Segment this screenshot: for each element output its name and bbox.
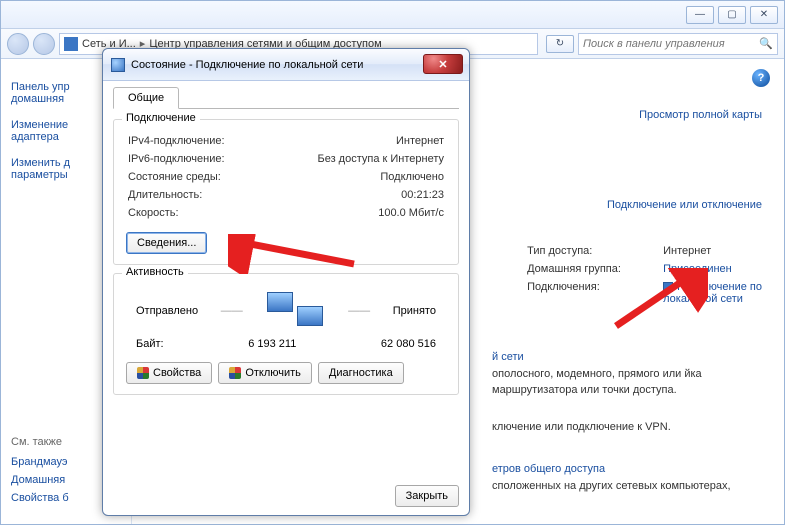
lbl-ipv4: IPv4-подключение: <box>128 135 225 147</box>
connection-details: Тип доступа: Интернет Домашняя группа: При… <box>527 245 762 311</box>
minimize-button[interactable]: — <box>686 6 714 24</box>
internet-label: Интернет <box>420 152 762 164</box>
back-button[interactable] <box>7 33 29 55</box>
forward-button[interactable] <box>33 33 55 55</box>
dialog-titlebar[interactable]: Состояние - Подключение по локальной сет… <box>103 49 469 81</box>
bytes-received: 62 080 516 <box>381 338 436 350</box>
group-connection-label: Подключение <box>122 112 200 124</box>
link-lan-connection[interactable]: Подключение полокальной сети <box>663 281 762 305</box>
see-also-header: См. также <box>11 436 69 448</box>
titlebar: — ▢ ✕ <box>1 1 784 29</box>
link-homegroup-joined[interactable]: Присоединен <box>663 263 732 275</box>
network-status-icon <box>111 58 125 72</box>
val-access-type: Интернет <box>663 245 711 257</box>
dialog-title: Состояние - Подключение по локальной сет… <box>131 59 363 71</box>
control-panel-icon <box>64 37 78 51</box>
group-activity: Активность Отправлено —— —— Принято Байт… <box>113 273 459 395</box>
val-ipv4: Интернет <box>396 135 444 147</box>
link-homegroup[interactable]: Домашняя <box>11 474 69 486</box>
diagnose-button[interactable]: Диагностика <box>318 362 404 384</box>
help-icon[interactable]: ? <box>752 69 770 87</box>
group-connection: Подключение IPv4-подключение:Интернет IP… <box>113 119 459 265</box>
val-duration: 00:21:23 <box>401 189 444 201</box>
search-input[interactable]: 🔍 <box>578 33 778 55</box>
network-icon <box>663 282 673 292</box>
val-ipv6: Без доступа к Интернету <box>317 153 444 165</box>
close-button[interactable]: Закрыть <box>395 485 459 507</box>
tab-general[interactable]: Общие <box>113 87 179 109</box>
lbl-connections: Подключения: <box>527 281 645 305</box>
activity-icon <box>265 292 325 330</box>
lbl-ipv6: IPv6-подключение: <box>128 153 225 165</box>
refresh-button[interactable]: ↻ <box>546 35 574 53</box>
lbl-homegroup: Домашняя группа: <box>527 263 645 275</box>
details-button[interactable]: Сведения... <box>126 232 207 254</box>
lbl-media-state: Состояние среды: <box>128 171 221 183</box>
shield-icon <box>137 367 149 379</box>
bytes-label: Байт: <box>136 338 164 350</box>
search-field[interactable] <box>579 38 755 50</box>
see-also: См. также Брандмауэ Домашняя Свойства б <box>11 436 69 510</box>
val-media-state: Подключено <box>380 171 444 183</box>
setup-new-connection-link[interactable]: й сети <box>492 349 752 366</box>
status-dialog: Состояние - Подключение по локальной сет… <box>102 48 470 516</box>
link-view-map[interactable]: Просмотр полной карты <box>639 109 762 121</box>
disable-button[interactable]: Отключить <box>218 362 312 384</box>
val-speed: 100.0 Мбит/с <box>378 207 444 219</box>
received-label: Принято <box>393 305 436 317</box>
link-internet-options[interactable]: Свойства б <box>11 492 69 504</box>
sharing-options-link[interactable]: етров общего доступа <box>492 461 752 478</box>
lbl-access-type: Тип доступа: <box>527 245 645 257</box>
dialog-close-button[interactable]: ✕ <box>423 54 463 74</box>
link-connect-disconnect[interactable]: Подключение или отключение <box>607 199 762 211</box>
shield-icon <box>229 367 241 379</box>
properties-button[interactable]: Свойства <box>126 362 212 384</box>
group-activity-label: Активность <box>122 266 188 278</box>
partial-text: й сети ополосного, модемного, прямого ил… <box>492 349 752 494</box>
lbl-duration: Длительность: <box>128 189 202 201</box>
lbl-speed: Скорость: <box>128 207 179 219</box>
close-button[interactable]: ✕ <box>750 6 778 24</box>
link-firewall[interactable]: Брандмауэ <box>11 456 69 468</box>
search-icon: 🔍 <box>759 37 773 50</box>
maximize-button[interactable]: ▢ <box>718 6 746 24</box>
sent-label: Отправлено <box>136 305 198 317</box>
bytes-sent: 6 193 211 <box>248 338 296 350</box>
